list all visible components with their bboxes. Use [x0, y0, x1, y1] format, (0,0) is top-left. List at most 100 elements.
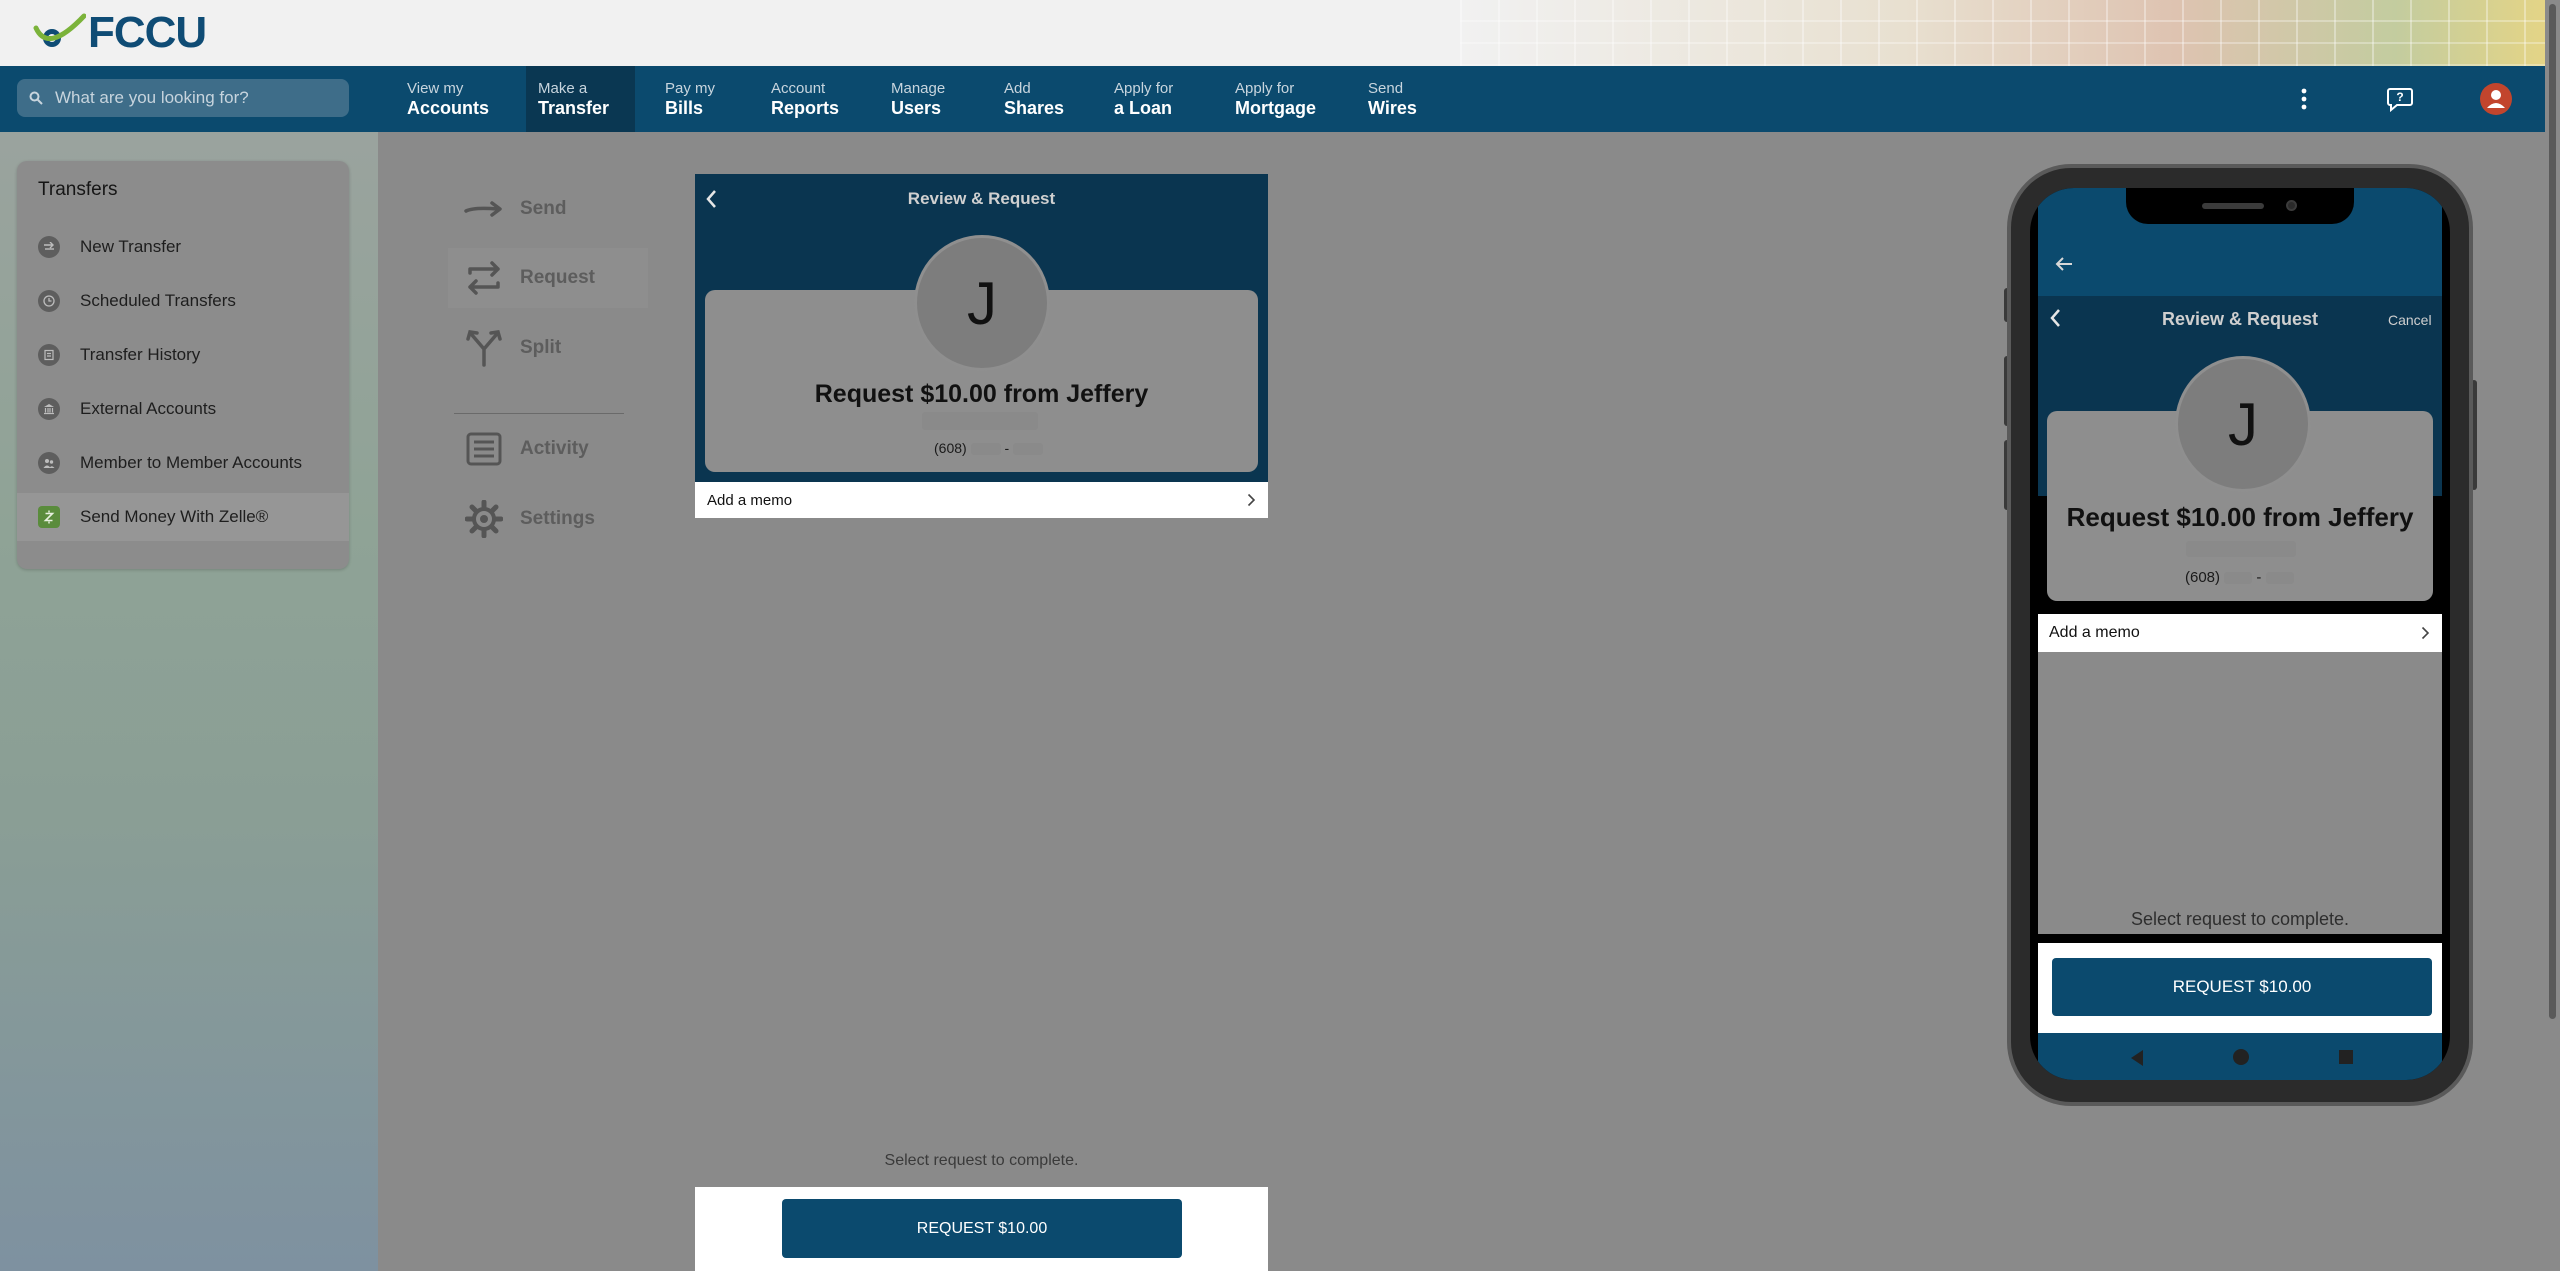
- tab-split[interactable]: Split: [448, 318, 634, 378]
- phone-speaker: [2202, 203, 2264, 209]
- phone-add-memo-row[interactable]: Add a memo: [2038, 614, 2442, 652]
- more-menu-button[interactable]: [2286, 66, 2322, 132]
- memo-label: Add a memo: [707, 491, 793, 509]
- nav-transfer[interactable]: Make a Transfer: [526, 66, 635, 132]
- bank-icon: [38, 398, 60, 420]
- send-arrow-icon: [462, 189, 506, 229]
- tab-send[interactable]: Send: [448, 179, 634, 239]
- gear-icon: [462, 499, 506, 539]
- nav-line2: Mortgage: [1235, 98, 1316, 118]
- search-placeholder: What are you looking for?: [55, 88, 249, 107]
- redacted-phone: [1013, 443, 1044, 456]
- sidebar-item-label: Member to Member Accounts: [80, 453, 303, 472]
- android-home-icon[interactable]: [2232, 1048, 2250, 1066]
- search-icon: [29, 91, 43, 105]
- phone-cancel-link[interactable]: Cancel: [2388, 312, 2432, 328]
- phone-request-summary: Request $10.00 from Jeffery: [2066, 502, 2414, 532]
- sidebar-item-label: External Accounts: [80, 399, 217, 418]
- kebab-icon: [2301, 88, 2307, 110]
- nav-line1: Send: [1368, 80, 1404, 97]
- split-fork-icon: [462, 328, 506, 368]
- sidebar-item-new-transfer[interactable]: New Transfer: [17, 223, 349, 271]
- request-swap-icon: [462, 258, 506, 298]
- redacted-name: [922, 412, 1038, 430]
- nav-mortgage[interactable]: Apply for Mortgage: [1223, 66, 1328, 132]
- sidebar-item-transfer-history[interactable]: Transfer History: [17, 331, 349, 379]
- transfers-sidebar: Transfers New Transfer Scheduled Transfe…: [17, 161, 349, 569]
- redacted-name: [2186, 541, 2296, 557]
- nav-wires[interactable]: Send Wires: [1356, 66, 1429, 132]
- nav-line2: Reports: [771, 98, 840, 118]
- nav-accounts[interactable]: View my Accounts: [395, 66, 501, 132]
- nav-line2: Shares: [1004, 98, 1065, 118]
- redacted-phone: [2265, 572, 2294, 585]
- nav-line2: Transfer: [538, 98, 610, 118]
- phone-separator: -: [1004, 440, 1010, 456]
- nav-users[interactable]: Manage Users: [879, 66, 957, 132]
- redacted-phone: [2224, 572, 2253, 585]
- nav-line2: Users: [891, 98, 942, 118]
- nav-shares[interactable]: Add Shares: [992, 66, 1076, 132]
- zelle-icon: [38, 506, 60, 528]
- tabs-divider: [454, 413, 624, 414]
- review-title: Review & Request: [907, 189, 1056, 208]
- nav-reports[interactable]: Account Reports: [759, 66, 851, 132]
- phone-content-area: [2038, 652, 2442, 934]
- request-button[interactable]: REQUEST $10.00: [782, 1199, 1182, 1258]
- activity-list-icon: [462, 429, 506, 469]
- people-icon: [38, 452, 60, 474]
- tab-label: Settings: [520, 508, 595, 529]
- history-icon: [38, 344, 60, 366]
- help-button[interactable]: ?: [2380, 66, 2420, 132]
- contact-phone: (608) -: [934, 440, 1044, 456]
- main-nav: What are you looking for? View my Accoun…: [0, 66, 2545, 132]
- fccu-logo[interactable]: FCCU: [32, 8, 207, 57]
- nav-bills[interactable]: Pay my Bills: [653, 66, 727, 132]
- sidebar-title: Transfers: [38, 179, 118, 200]
- tab-label: Request: [520, 267, 595, 288]
- phone-request-button[interactable]: REQUEST $10.00: [2052, 958, 2432, 1016]
- phone-back-arrow-button[interactable]: [2052, 252, 2076, 276]
- phone-contact-phone: (608) -: [2185, 569, 2294, 586]
- search-input[interactable]: What are you looking for?: [17, 79, 349, 117]
- scrollbar-thumb[interactable]: [2549, 4, 2556, 1019]
- android-nav-bar: [2038, 1033, 2442, 1080]
- contact-avatar: J: [914, 235, 1050, 371]
- phone-prefix: (608): [934, 440, 967, 456]
- sidebar-item-external-accounts[interactable]: External Accounts: [17, 385, 349, 433]
- tab-label: Activity: [520, 438, 589, 459]
- nav-line1: Apply for: [1114, 80, 1174, 97]
- profile-avatar-button[interactable]: [2478, 66, 2514, 132]
- tab-label: Send: [520, 198, 567, 219]
- sidebar-item-member-to-member[interactable]: Member to Member Accounts: [17, 439, 349, 487]
- phone-notch: [2126, 188, 2354, 224]
- tab-activity[interactable]: Activity: [448, 419, 634, 479]
- sidebar-item-scheduled-transfers[interactable]: Scheduled Transfers: [17, 277, 349, 325]
- tab-request[interactable]: Request: [448, 248, 648, 308]
- arrow-left-icon: [2055, 257, 2072, 271]
- phone-review-title: Review & Request: [2161, 309, 2319, 329]
- phone-separator: -: [2256, 569, 2262, 586]
- tab-label: Split: [520, 337, 562, 358]
- android-recents-icon[interactable]: [2339, 1050, 2353, 1064]
- nav-line2: Wires: [1368, 98, 1417, 118]
- logo-text: FCCU: [88, 8, 207, 57]
- sidebar-item-label: Transfer History: [80, 345, 201, 364]
- sidebar-item-zelle[interactable]: Send Money With Zelle®: [17, 493, 349, 541]
- memo-label: Add a memo: [2049, 624, 2140, 641]
- nav-line1: Account: [771, 80, 826, 97]
- user-avatar-icon: [2480, 83, 2512, 115]
- clock-icon: [38, 290, 60, 312]
- phone-status-message: Select request to complete.: [2130, 909, 2350, 929]
- nav-loan[interactable]: Apply for a Loan: [1102, 66, 1185, 132]
- sidebar-item-label: Scheduled Transfers: [80, 291, 236, 310]
- add-memo-row[interactable]: Add a memo: [695, 482, 1268, 518]
- svg-text:?: ?: [2396, 90, 2403, 104]
- logo-swoosh-icon: [33, 13, 86, 47]
- sidebar-item-label: New Transfer: [80, 237, 182, 256]
- android-back-icon[interactable]: [2129, 1049, 2145, 1067]
- nav-line1: Manage: [891, 80, 946, 97]
- nav-line2: Accounts: [407, 98, 490, 118]
- tab-settings[interactable]: Settings: [448, 489, 634, 549]
- chevron-right-icon: [1247, 493, 1256, 507]
